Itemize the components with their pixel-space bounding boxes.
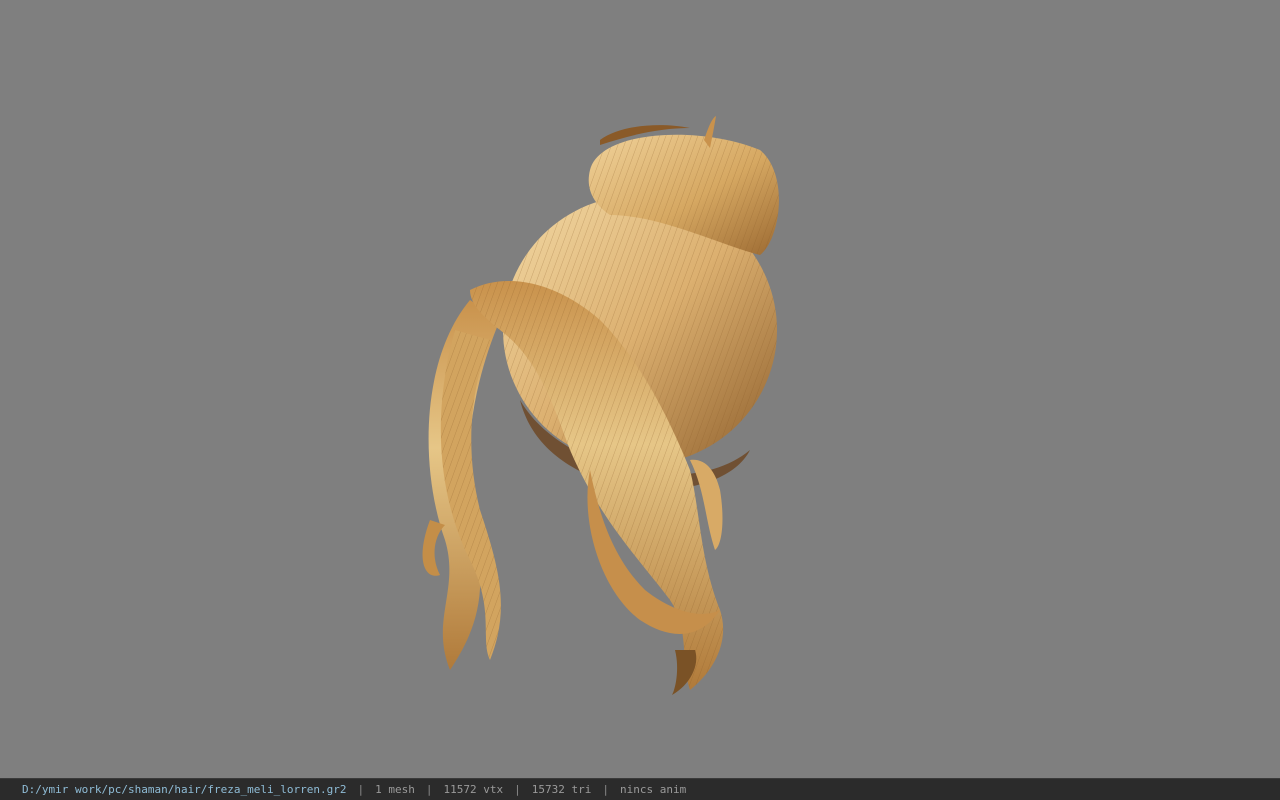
separator: | (514, 783, 521, 796)
file-path: D:/ymir work/pc/shaman/hair/freza_meli_l… (22, 783, 347, 796)
mesh-count: 1 mesh (375, 783, 415, 796)
left-wisp (422, 520, 445, 576)
hair-model[interactable] (0, 0, 1280, 778)
3d-viewport[interactable] (0, 0, 1280, 778)
separator: | (357, 783, 365, 796)
vertex-count: 11572 vtx (443, 783, 504, 796)
triangle-count: 15732 tri (531, 783, 592, 796)
status-bar: D:/ymir work/pc/shaman/hair/freza_meli_l… (0, 778, 1280, 800)
tip-strand (672, 650, 697, 695)
separator: | (425, 783, 433, 796)
animation-status: nincs anim (619, 783, 687, 796)
separator: | (602, 783, 609, 796)
